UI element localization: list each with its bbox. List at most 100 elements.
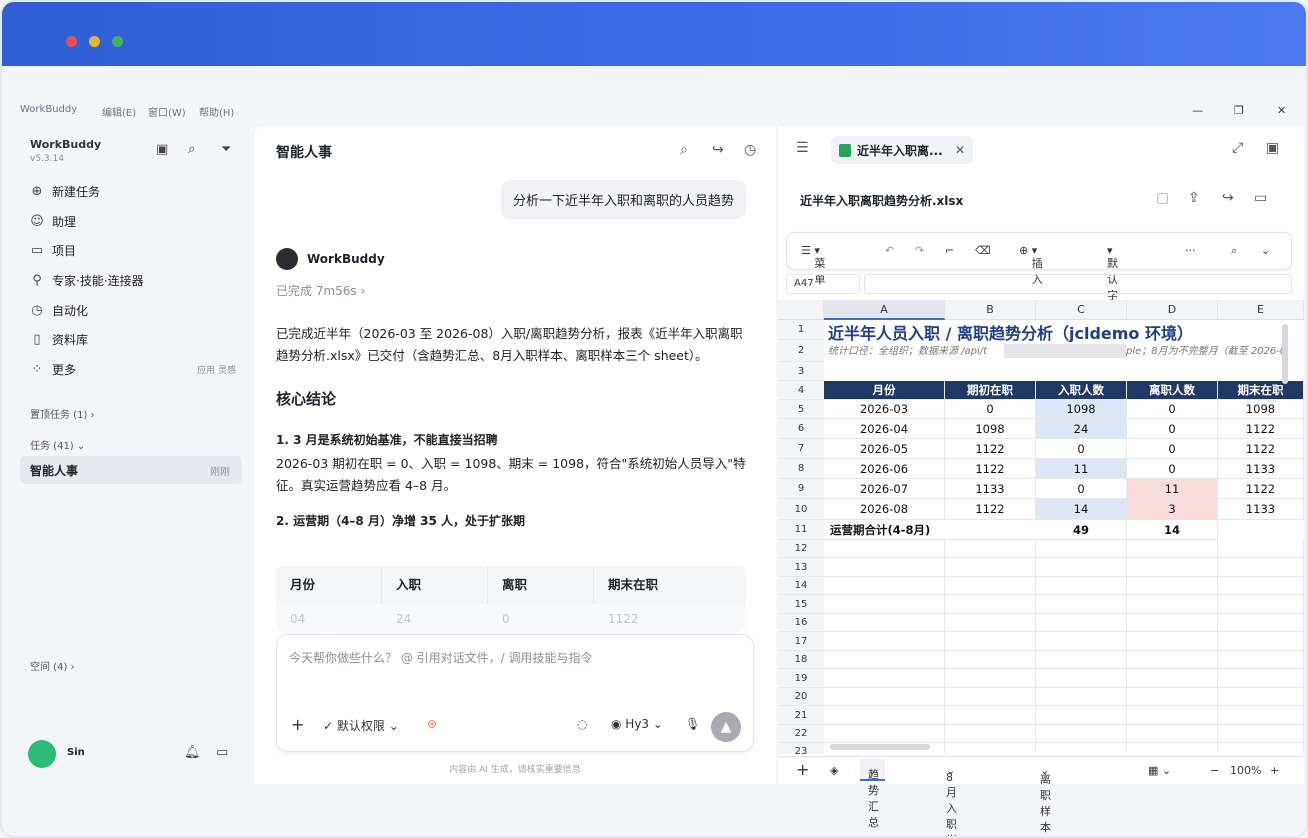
empty-cell[interactable]: [1036, 651, 1127, 669]
search-icon[interactable]: ⌕: [1231, 244, 1237, 258]
sheet-subtitle[interactable]: 统计口径：全组织；数据来源 /api/t: [824, 342, 1004, 361]
row-header[interactable]: 11: [778, 520, 824, 540]
empty-cell[interactable]: [1036, 614, 1127, 632]
empty-cell[interactable]: [824, 669, 945, 688]
total-in[interactable]: 49: [1036, 520, 1127, 540]
view-grid-icon[interactable]: ▦ ⌄: [1148, 764, 1171, 777]
pinned-tasks-label[interactable]: 置顶任务 (1) ›: [30, 406, 95, 421]
sheet-tab-summary[interactable]: 趋势汇总 ⌄: [860, 759, 886, 829]
empty-cell[interactable]: [1036, 540, 1127, 558]
column-header[interactable]: D: [1127, 300, 1218, 320]
empty-cell[interactable]: [824, 614, 945, 632]
close-icon[interactable]: ✕: [1277, 104, 1286, 117]
empty-cell[interactable]: [1127, 614, 1218, 632]
table-cell[interactable]: 1098: [1036, 400, 1127, 419]
formula-bar[interactable]: [864, 274, 1292, 294]
sidebar-item-experts[interactable]: ⚲ 专家·技能·连接器: [26, 267, 246, 293]
empty-cell[interactable]: [1036, 688, 1127, 706]
table-header-cell[interactable]: 期初在职: [945, 381, 1036, 400]
menu-lines-icon[interactable]: ☰: [796, 140, 809, 156]
corner-cell[interactable]: [778, 300, 824, 320]
sheet-tab-leavers[interactable]: 离职样本 ⌄: [1040, 764, 1051, 834]
sheet-title[interactable]: 近半年人员入职 / 离职趋势分析（jcldemo 环境）: [824, 320, 1294, 342]
panel-toggle-icon[interactable]: ▣: [156, 142, 168, 157]
table-cell[interactable]: 1098: [945, 419, 1036, 439]
empty-cell[interactable]: [1218, 688, 1304, 706]
table-cell[interactable]: 0: [1127, 419, 1218, 439]
menu-app[interactable]: WorkBuddy: [20, 104, 77, 115]
table-cell[interactable]: 0: [1036, 479, 1127, 499]
empty-cell[interactable]: [824, 595, 945, 614]
empty-cell[interactable]: [1218, 632, 1304, 651]
sidepanel-icon[interactable]: ▣: [1266, 140, 1279, 156]
share-icon[interactable]: ↪: [1222, 190, 1234, 206]
add-sheet-icon[interactable]: +: [796, 760, 809, 779]
empty-cell[interactable]: [1127, 595, 1218, 614]
table-cell[interactable]: 0: [1036, 439, 1127, 459]
task-item-active[interactable]: 智能人事 刚刚: [20, 456, 242, 484]
row-header[interactable]: 18: [778, 651, 824, 669]
sidebar-item-library[interactable]: ▯ 资料库: [26, 326, 246, 352]
format-painter-icon[interactable]: ⌐: [945, 244, 954, 257]
column-header[interactable]: C: [1036, 300, 1127, 320]
row-header[interactable]: 5: [778, 400, 824, 419]
vertical-scrollbar[interactable]: [1282, 324, 1288, 384]
font-select[interactable]: 默认字体 ▾: [1107, 244, 1118, 318]
table-cell[interactable]: 1133: [945, 479, 1036, 499]
empty-cell[interactable]: [1036, 595, 1127, 614]
chat-input[interactable]: 今天帮你做些什么？ @ 引用对话文件，/ 调用技能与指令 + ✓ 默认权限 ⌄ …: [276, 634, 754, 752]
empty-cell[interactable]: [945, 540, 1036, 558]
total-label[interactable]: 运营期合计(4-8月): [824, 520, 1036, 540]
table-cell[interactable]: 14: [1036, 499, 1127, 520]
empty-cell[interactable]: [945, 651, 1036, 669]
undo-icon[interactable]: ↶: [885, 244, 894, 257]
empty-cell[interactable]: [1127, 725, 1218, 743]
empty-cell[interactable]: [945, 706, 1036, 725]
empty-cell[interactable]: [1036, 577, 1127, 595]
empty-cell[interactable]: [824, 558, 945, 577]
empty-cell[interactable]: [1218, 577, 1304, 595]
table-cell[interactable]: 1122: [1218, 439, 1304, 459]
table-cell[interactable]: 3: [1127, 499, 1218, 520]
sheet-tab-hires[interactable]: 8月入职样本 ⌄: [946, 764, 957, 836]
empty-cell[interactable]: [945, 614, 1036, 632]
layers-icon[interactable]: ◈: [830, 764, 838, 777]
empty-cell[interactable]: [1127, 577, 1218, 595]
empty-cell[interactable]: [945, 632, 1036, 651]
row-header[interactable]: 20: [778, 688, 824, 706]
row-header[interactable]: 7: [778, 439, 824, 459]
row-header[interactable]: 22: [778, 725, 824, 743]
table-cell[interactable]: 0: [1127, 439, 1218, 459]
empty-cell[interactable]: [1127, 540, 1218, 558]
table-cell[interactable]: 1098: [1218, 400, 1304, 419]
empty-cell[interactable]: [1218, 725, 1304, 743]
table-cell[interactable]: 1122: [945, 439, 1036, 459]
row-header[interactable]: 16: [778, 614, 824, 632]
empty-cell[interactable]: [1127, 688, 1218, 706]
empty-cell[interactable]: [1036, 743, 1127, 754]
row-header[interactable]: 8: [778, 459, 824, 479]
row-header[interactable]: 19: [778, 669, 824, 688]
row-header[interactable]: 17: [778, 632, 824, 651]
table-cell[interactable]: 2026-08: [824, 499, 945, 520]
row-header[interactable]: 15: [778, 595, 824, 614]
row-header[interactable]: 14: [778, 577, 824, 595]
table-header-cell[interactable]: 离职人数: [1127, 381, 1218, 400]
menu-window[interactable]: 窗口(W): [148, 104, 186, 119]
table-cell[interactable]: 2026-06: [824, 459, 945, 479]
table-cell[interactable]: 0: [945, 400, 1036, 419]
table-cell[interactable]: 2026-07: [824, 479, 945, 499]
file-tab[interactable]: 近半年入职离... ✕: [831, 136, 973, 164]
sidebar-item-project[interactable]: ▭ 项目: [26, 237, 246, 263]
empty-cell[interactable]: [1218, 706, 1304, 725]
row-header[interactable]: 4: [778, 381, 824, 400]
table-cell[interactable]: 0: [1127, 400, 1218, 419]
row-header[interactable]: 12: [778, 540, 824, 558]
row-header[interactable]: 13: [778, 558, 824, 577]
tasks-label[interactable]: 任务 (41) ⌄: [30, 437, 85, 452]
row-header[interactable]: 23: [778, 743, 824, 754]
chevron-down-icon[interactable]: ⌄: [1261, 244, 1270, 257]
sheet-grid[interactable]: A B C D E 1 2 3 4 5 6 7 8 9 10 11 12 13 14 15 16 17 18 19 2…: [778, 300, 1304, 754]
upload-icon[interactable]: ⇪: [1188, 190, 1200, 206]
row-header[interactable]: 10: [778, 499, 824, 520]
